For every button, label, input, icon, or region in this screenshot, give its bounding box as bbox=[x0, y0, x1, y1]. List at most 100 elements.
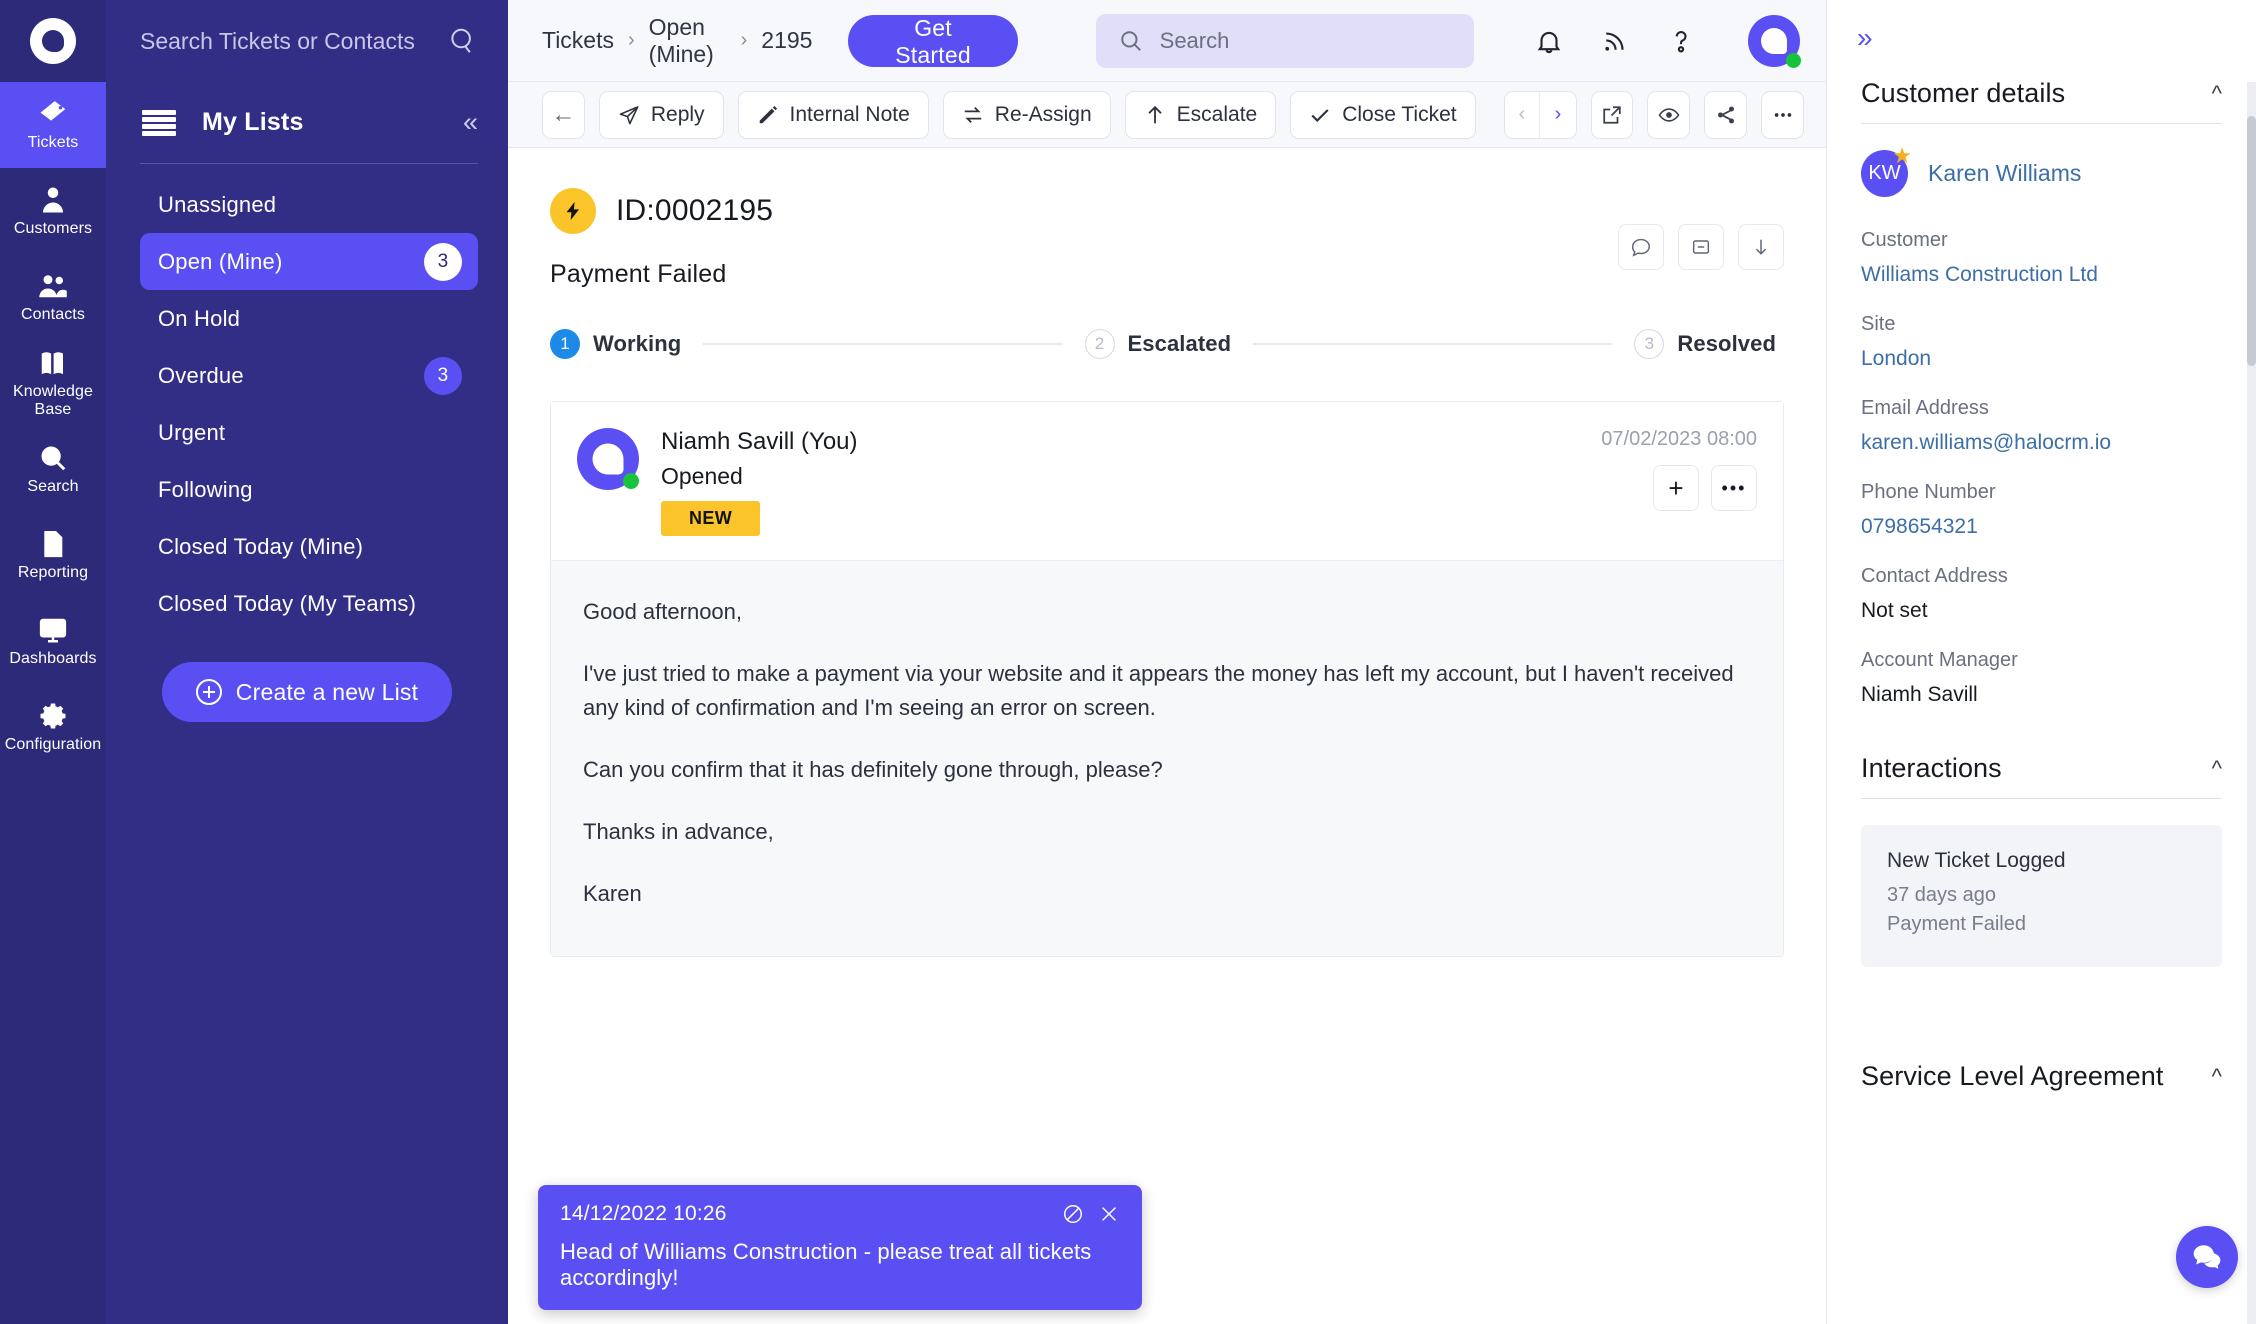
step-number: 3 bbox=[1634, 329, 1664, 359]
message-action: Opened bbox=[661, 463, 858, 490]
expand-panel-icon[interactable]: » bbox=[1857, 22, 1873, 53]
pager-prev-button[interactable]: ‹ bbox=[1505, 92, 1541, 138]
list-item-label: Following bbox=[158, 477, 462, 503]
re-assign-button[interactable]: Re-Assign bbox=[943, 91, 1111, 139]
rail-item-customers[interactable]: Customers bbox=[0, 168, 106, 254]
menu-icon[interactable] bbox=[142, 110, 176, 136]
message-paragraph: I've just tried to make a payment via yo… bbox=[583, 657, 1751, 725]
field-label: Contact Address bbox=[1861, 565, 2222, 588]
more-icon[interactable] bbox=[1761, 91, 1804, 139]
share-icon[interactable] bbox=[1704, 91, 1747, 139]
rail-item-reporting[interactable]: Reporting bbox=[0, 512, 106, 598]
header-search-input[interactable]: Search bbox=[1096, 14, 1474, 68]
sidebar-item-urgent[interactable]: Urgent bbox=[140, 404, 478, 461]
internal-note-button[interactable]: Internal Note bbox=[738, 91, 929, 139]
contact-row[interactable]: KW ★ Karen Williams bbox=[1861, 150, 2222, 197]
user-avatar[interactable] bbox=[1748, 15, 1800, 67]
mute-icon[interactable] bbox=[1062, 1203, 1084, 1225]
page-scrollbar-thumb[interactable] bbox=[2247, 116, 2256, 366]
main-content: Tickets › Open (Mine) › 2195 Get Started… bbox=[508, 0, 1826, 1324]
close-ticket-button[interactable]: Close Ticket bbox=[1290, 91, 1475, 139]
search-icon bbox=[38, 443, 68, 473]
close-icon[interactable] bbox=[1098, 1203, 1120, 1225]
rail-label: Configuration bbox=[5, 736, 101, 754]
toast-actions bbox=[1062, 1203, 1120, 1225]
help-icon[interactable] bbox=[1666, 26, 1696, 56]
eye-icon[interactable] bbox=[1647, 91, 1690, 139]
sidebar-item-closed-today-mine[interactable]: Closed Today (Mine) bbox=[140, 518, 478, 575]
reply-button[interactable]: Reply bbox=[599, 91, 724, 139]
ticket-id-row: ID:0002195 bbox=[550, 188, 773, 234]
header-icon-group bbox=[1534, 15, 1800, 67]
more-icon[interactable]: ••• bbox=[1711, 465, 1757, 511]
step-resolved[interactable]: 3 Resolved bbox=[1634, 329, 1776, 359]
create-list-wrap: Create a new List bbox=[106, 662, 508, 722]
get-started-button[interactable]: Get Started bbox=[848, 15, 1017, 67]
chevron-up-icon[interactable]: ^ bbox=[2212, 756, 2222, 782]
rail-item-dashboards[interactable]: Dashboards bbox=[0, 598, 106, 684]
rail-item-search[interactable]: Search bbox=[0, 426, 106, 512]
sidebar-item-open-mine[interactable]: Open (Mine) 3 bbox=[140, 233, 478, 290]
popout-icon[interactable] bbox=[1591, 91, 1634, 139]
rail-item-configuration[interactable]: Configuration bbox=[0, 684, 106, 770]
step-escalated[interactable]: 2 Escalated bbox=[1085, 329, 1232, 359]
page-scrollbar[interactable] bbox=[2247, 82, 2256, 1324]
step-working[interactable]: 1 Working bbox=[550, 329, 681, 359]
escalate-label: Escalate bbox=[1177, 103, 1258, 127]
app-logo[interactable] bbox=[0, 0, 106, 82]
sidebar-item-following[interactable]: Following bbox=[140, 461, 478, 518]
pager-next-button[interactable]: › bbox=[1540, 92, 1575, 138]
breadcrumb-open-mine[interactable]: Open (Mine) bbox=[649, 14, 727, 68]
message-card: Niamh Savill (You) Opened NEW 07/02/2023… bbox=[550, 401, 1784, 957]
list-item[interactable]: New Ticket Logged 37 days ago Payment Fa… bbox=[1861, 825, 2222, 967]
rss-icon[interactable] bbox=[1600, 26, 1630, 56]
chevron-up-icon[interactable]: ^ bbox=[2212, 81, 2222, 107]
ticket-header-actions bbox=[1618, 224, 1784, 270]
section-title: Service Level Agreement bbox=[1861, 1061, 2163, 1092]
interactions-header: Interactions ^ bbox=[1861, 737, 2222, 798]
search-icon bbox=[1118, 28, 1144, 54]
sidebar-search-placeholder: Search Tickets or Contacts bbox=[140, 28, 438, 55]
ticket-title-block: ID:0002195 Payment Failed bbox=[550, 188, 773, 289]
field-value[interactable]: 0798654321 bbox=[1861, 515, 2222, 539]
comment-icon[interactable] bbox=[1618, 224, 1664, 270]
breadcrumb-tickets[interactable]: Tickets bbox=[542, 27, 614, 54]
chevron-up-icon[interactable]: ^ bbox=[2212, 1064, 2222, 1090]
rail-item-contacts[interactable]: Contacts bbox=[0, 254, 106, 340]
note-icon[interactable] bbox=[1678, 224, 1724, 270]
sidebar-item-unassigned[interactable]: Unassigned bbox=[140, 176, 478, 233]
bell-icon[interactable] bbox=[1534, 26, 1564, 56]
field-value[interactable]: London bbox=[1861, 347, 2222, 371]
book-icon bbox=[38, 348, 68, 378]
breadcrumb-ticket-number[interactable]: 2195 bbox=[761, 27, 812, 54]
message-paragraph: Thanks in advance, bbox=[583, 815, 1751, 849]
rail-item-tickets[interactable]: Tickets bbox=[0, 82, 106, 168]
gear-icon bbox=[38, 701, 68, 731]
rail-item-knowledge-base[interactable]: Knowledge Base bbox=[0, 340, 106, 426]
sidebar-item-closed-today-my-teams[interactable]: Closed Today (My Teams) bbox=[140, 575, 478, 632]
step-number: 1 bbox=[550, 329, 580, 359]
create-new-list-button[interactable]: Create a new List bbox=[162, 662, 452, 722]
sidebar-item-on-hold[interactable]: On Hold bbox=[140, 290, 478, 347]
escalate-button[interactable]: Escalate bbox=[1125, 91, 1277, 139]
download-icon[interactable] bbox=[1738, 224, 1784, 270]
field-value: Not set bbox=[1861, 599, 2222, 623]
contact-name[interactable]: Karen Williams bbox=[1928, 160, 2081, 187]
sidebar-divider bbox=[140, 163, 478, 164]
sidebar-item-overdue[interactable]: Overdue 3 bbox=[140, 347, 478, 404]
search-icon[interactable] bbox=[448, 26, 478, 56]
step-label: Resolved bbox=[1677, 331, 1776, 357]
add-icon[interactable]: + bbox=[1653, 465, 1699, 511]
field-value[interactable]: Williams Construction Ltd bbox=[1861, 263, 2222, 287]
sidebar-search[interactable]: Search Tickets or Contacts bbox=[106, 0, 508, 82]
field-value[interactable]: karen.williams@halocrm.io bbox=[1861, 431, 2222, 455]
details-scroll-area: Customer details ^ KW ★ Karen Williams C… bbox=[1827, 62, 2256, 1324]
toast-message: Head of Williams Construction - please t… bbox=[560, 1239, 1120, 1291]
back-button[interactable]: ← bbox=[542, 91, 585, 139]
collapse-sidebar-icon[interactable]: « bbox=[463, 109, 478, 136]
chat-icon[interactable] bbox=[2176, 1226, 2238, 1288]
field-label: Email Address bbox=[1861, 397, 2222, 420]
online-status-dot bbox=[1786, 53, 1801, 68]
message-timestamp: 07/02/2023 08:00 bbox=[1601, 428, 1757, 451]
message-meta: Niamh Savill (You) Opened NEW bbox=[661, 428, 858, 536]
